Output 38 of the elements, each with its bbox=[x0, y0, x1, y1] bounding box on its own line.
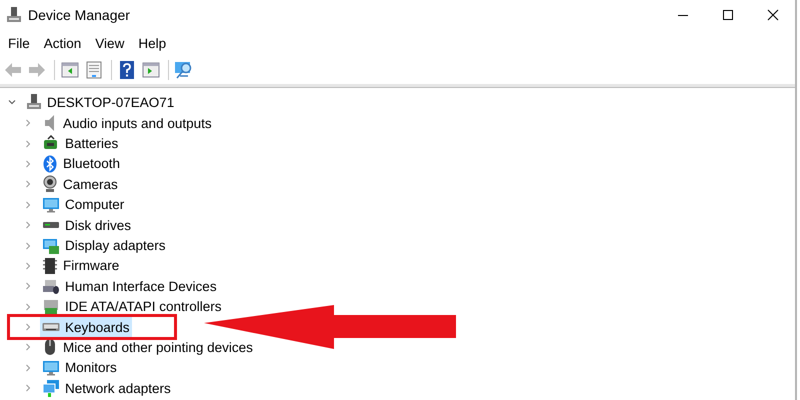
tree-item[interactable]: Firmware bbox=[63, 258, 120, 274]
help-icon[interactable] bbox=[119, 60, 135, 80]
monitor-icon bbox=[42, 196, 60, 214]
window-title: Device Manager bbox=[28, 7, 130, 23]
tree-item[interactable]: IDE ATA/ATAPI controllers bbox=[65, 299, 222, 314]
computer-icon bbox=[26, 93, 42, 111]
mouse-icon bbox=[42, 338, 58, 356]
tree-item[interactable]: Cameras bbox=[63, 176, 118, 192]
tree-item[interactable]: Batteries bbox=[65, 136, 118, 152]
action-pane-icon[interactable] bbox=[142, 62, 160, 78]
tree-item[interactable]: Keyboards bbox=[65, 320, 130, 335]
tree-item[interactable]: Disk drives bbox=[65, 218, 132, 233]
monitor-icon bbox=[42, 358, 60, 377]
tree-item[interactable]: Monitors bbox=[65, 360, 117, 376]
tree-item[interactable]: Mice and other pointing devices bbox=[63, 340, 253, 355]
bluetooth-icon bbox=[42, 154, 58, 173]
tree-item[interactable]: DESKTOP-07EAO71 bbox=[47, 94, 174, 110]
scan-hardware-icon[interactable] bbox=[174, 60, 194, 80]
menu-item[interactable]: File bbox=[2, 34, 36, 52]
computer-icon bbox=[6, 6, 22, 24]
disk-drive-icon bbox=[42, 221, 60, 230]
tree-item[interactable]: Human Interface Devices bbox=[65, 278, 217, 294]
tree-item[interactable]: Network adapters bbox=[65, 380, 171, 396]
tree-item[interactable]: Bluetooth bbox=[63, 156, 120, 172]
controller-icon bbox=[42, 298, 60, 316]
tree-item[interactable]: Display adapters bbox=[65, 238, 166, 254]
tree-item[interactable]: Computer bbox=[65, 197, 124, 212]
properties-icon[interactable] bbox=[85, 61, 103, 79]
console-tree-icon[interactable] bbox=[61, 62, 79, 78]
menu-item[interactable]: View bbox=[89, 34, 130, 52]
menu-item[interactable]: Action bbox=[38, 34, 88, 52]
keyboard-mouse-icon bbox=[42, 277, 60, 296]
webcam-icon bbox=[42, 175, 58, 194]
tree-item[interactable]: Audio inputs and outputs bbox=[63, 116, 212, 131]
network-icon bbox=[42, 379, 60, 398]
chip-icon bbox=[42, 256, 58, 275]
menu-item[interactable]: Help bbox=[132, 34, 172, 52]
display-adapter-icon bbox=[42, 236, 60, 255]
